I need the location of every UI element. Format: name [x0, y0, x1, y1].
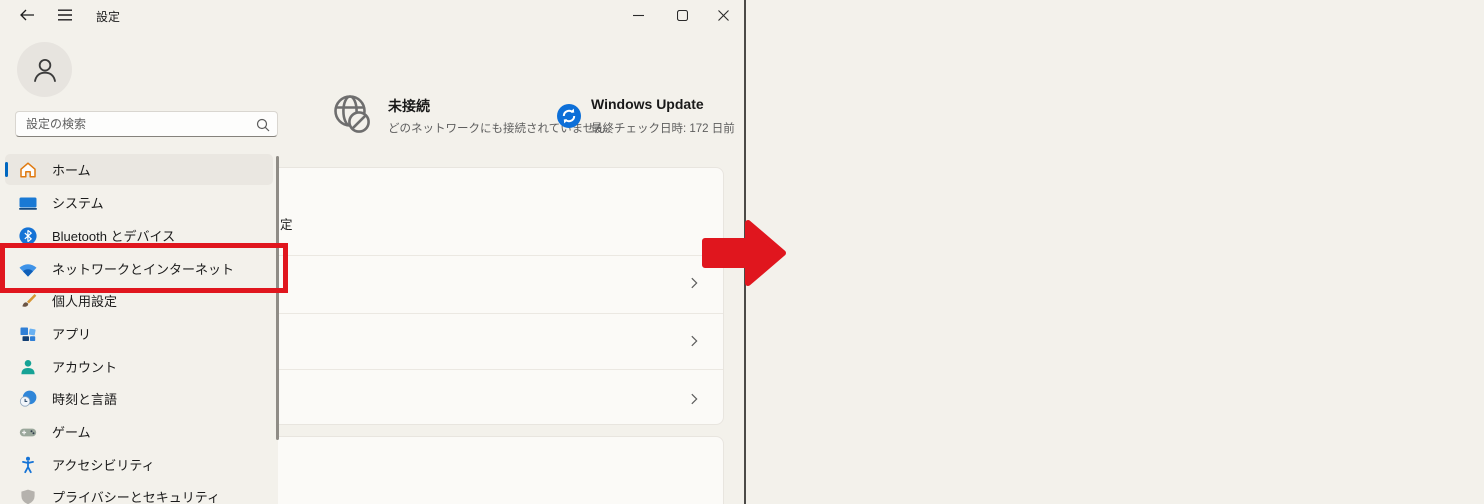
chevron-right-icon[interactable]	[687, 392, 701, 406]
maximize-button[interactable]	[660, 0, 704, 30]
windows-update-icon	[556, 103, 582, 134]
sidebar-item-label: ホーム	[52, 163, 91, 178]
sidebar-scrollbar[interactable]	[276, 156, 279, 440]
annotation-red-arrow	[698, 214, 790, 297]
sidebar-item-label: 個人用設定	[52, 294, 118, 309]
hamburger-menu-button[interactable]	[48, 2, 82, 28]
annotation-red-box	[0, 243, 288, 293]
sidebar-item-privacy-security[interactable]: プライバシーとセキュリティ	[5, 481, 273, 504]
windows-update-subtitle: 最終チェック日時: 172 日前	[591, 123, 735, 135]
sidebar-item-label: システム	[52, 196, 104, 211]
sidebar-item-accounts[interactable]: アカウント	[5, 351, 273, 382]
sidebar-item-label: アカウント	[52, 360, 118, 375]
settings-content-card	[270, 436, 724, 504]
sidebar-item-apps[interactable]: アプリ	[5, 318, 273, 349]
network-status-subtitle: どのネットワークにも接続されていません。	[388, 123, 618, 135]
sidebar-item-label: アクセシビリティ	[52, 458, 155, 473]
gamepad-icon	[18, 422, 38, 442]
system-icon	[18, 193, 38, 213]
sidebar-item-system[interactable]: システム	[5, 187, 273, 218]
paintbrush-icon	[18, 291, 38, 311]
back-button[interactable]	[10, 2, 44, 28]
sidebar-item-label: 時刻と言語	[52, 392, 118, 407]
close-button[interactable]	[702, 0, 744, 30]
sidebar-item-time-language[interactable]: 時刻と言語	[5, 383, 273, 414]
chevron-right-icon[interactable]	[687, 334, 701, 348]
account-person-icon	[18, 357, 38, 377]
accessibility-person-icon	[18, 455, 38, 475]
desktop: 定 未接続 どのネットワークにも接続されていません。 Windows Updat…	[0, 0, 1484, 504]
user-avatar	[17, 42, 72, 97]
sidebar-item-gaming[interactable]: ゲーム	[5, 416, 273, 447]
shield-icon	[18, 487, 38, 504]
sidebar-item-home[interactable]: ホーム	[5, 154, 273, 185]
settings-window-left: 定 未接続 どのネットワークにも接続されていません。 Windows Updat…	[0, 0, 744, 504]
network-status-title: 未接続	[388, 98, 430, 114]
apps-icon	[18, 324, 38, 344]
sidebar-item-label: ゲーム	[52, 425, 91, 440]
windows-update-title: Windows Update	[591, 96, 704, 112]
settings-window-right: 設定 ネットワークとインターネット 未接続 どのネットワークにも接続され	[744, 0, 1484, 504]
minimize-button[interactable]	[616, 0, 660, 30]
search-icon	[256, 118, 270, 137]
selection-indicator	[5, 162, 8, 177]
settings-content-card	[270, 167, 724, 425]
search-input[interactable]	[16, 112, 277, 136]
sidebar-item-label: プライバシーとセキュリティ	[52, 490, 220, 504]
window-title: 設定	[96, 10, 121, 24]
globe-disconnected-icon	[328, 91, 376, 144]
time-language-icon	[18, 389, 38, 409]
settings-search-box	[15, 111, 278, 137]
sidebar-item-accessibility[interactable]: アクセシビリティ	[5, 449, 273, 480]
home-icon	[18, 160, 38, 180]
sidebar-item-label: アプリ	[52, 327, 92, 342]
clipped-setting-text: 定	[280, 218, 293, 232]
